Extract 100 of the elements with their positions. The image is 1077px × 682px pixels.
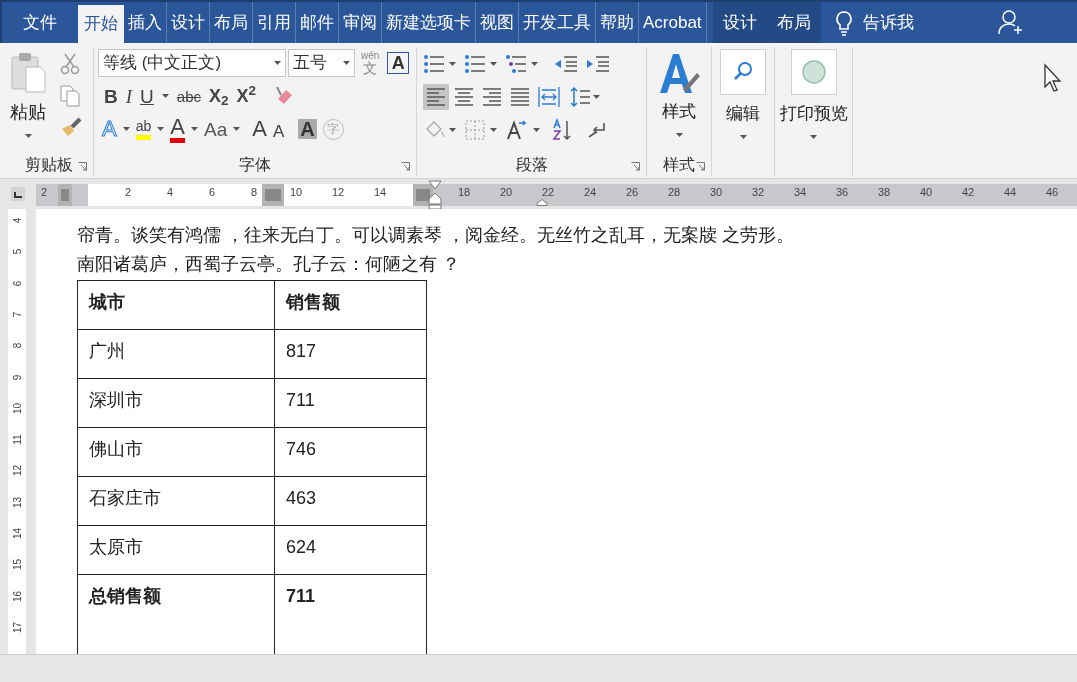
ruler-number: 40: [918, 187, 934, 198]
caret-icon[interactable]: [157, 127, 165, 131]
ruler-number: 2: [123, 187, 133, 198]
decrease-indent-icon[interactable]: [554, 54, 578, 74]
ruler-number: 11: [10, 433, 24, 447]
table-cell: 463: [274, 476, 427, 526]
caret-icon[interactable]: [593, 95, 600, 99]
table-cell: 746: [274, 427, 427, 477]
numbered-list-icon[interactable]: [464, 54, 486, 74]
table-cell: 624: [274, 525, 427, 575]
shrink-font-button[interactable]: A: [272, 122, 285, 140]
table-cell: 佛山市: [77, 427, 275, 477]
ruler-number: 8: [249, 187, 259, 198]
paste-button[interactable]: 粘贴: [4, 47, 52, 153]
tab-stop-selector[interactable]: [11, 187, 25, 201]
font-format-button[interactable]: X$^{2}$: [236, 87, 257, 105]
highlight-button[interactable]: ab: [135, 118, 152, 140]
table-cell: 广州: [77, 329, 275, 379]
caret-icon[interactable]: [233, 127, 241, 131]
editing-button[interactable]: 编辑: [712, 47, 774, 153]
change-case-button[interactable]: Aa: [203, 119, 228, 139]
table-cell: 销售额: [274, 280, 427, 330]
group-label: 字体: [239, 155, 271, 175]
column-marker-icon: [262, 184, 284, 206]
character-shading-button[interactable]: A: [298, 119, 317, 139]
ruler-number: 18: [456, 187, 472, 198]
tell-me-search[interactable]: 告诉我: [862, 9, 914, 36]
dialog-launcher-icon[interactable]: [696, 162, 705, 171]
bullet-list-icon[interactable]: [423, 54, 445, 74]
ruler-number: 15: [10, 558, 24, 573]
ribbon-tab[interactable]: 开始: [78, 5, 124, 43]
ruler-number: 44: [1002, 187, 1018, 198]
font-color-button[interactable]: A: [170, 115, 185, 143]
ruler-number: 6: [10, 279, 24, 288]
align-left-icon[interactable]: [423, 84, 449, 110]
font-format-button[interactable]: X$_{2}$: [209, 87, 229, 105]
caret-icon[interactable]: [490, 62, 497, 66]
ruler-number: 7: [10, 310, 24, 320]
print-preview-button[interactable]: 打印预览: [775, 47, 852, 153]
ruler-number: 34: [792, 187, 808, 198]
caret-icon[interactable]: [24, 134, 32, 138]
font-size-field[interactable]: 五号: [288, 49, 355, 77]
caret-icon[interactable]: [274, 61, 281, 65]
indent-marker-icon[interactable]: [428, 180, 442, 210]
mouse-pointer-icon: [1043, 63, 1063, 93]
dialog-launcher-icon[interactable]: [401, 162, 410, 171]
table-cell: 817: [274, 329, 427, 379]
ruler-number: 28: [666, 187, 682, 198]
character-border-button[interactable]: A: [387, 52, 410, 74]
font-format-button[interactable]: I: [125, 86, 133, 106]
ribbon-tab[interactable]: 设计: [712, 2, 767, 43]
ruler-number: 8: [10, 341, 24, 351]
scissors-icon[interactable]: [60, 53, 80, 75]
caret-icon[interactable]: [449, 62, 456, 66]
clipboard-icon[interactable]: [10, 51, 46, 93]
caret-icon[interactable]: [190, 127, 198, 131]
ruler-number: 2: [39, 187, 49, 198]
styles-button[interactable]: 样式: [647, 47, 711, 153]
caret-icon[interactable]: [739, 134, 747, 139]
ruler-number: 4: [165, 187, 175, 198]
caret-icon[interactable]: [810, 134, 817, 139]
caret-icon[interactable]: [161, 94, 169, 98]
ruler-number: 6: [207, 187, 217, 198]
ruler-number: 4: [10, 216, 24, 226]
lightbulb-icon[interactable]: [834, 9, 853, 36]
distributed-icon[interactable]: [537, 85, 561, 109]
caret-icon[interactable]: [122, 127, 130, 131]
ribbon-tab[interactable]: 布局: [766, 2, 821, 43]
font-format-button[interactable]: U: [140, 86, 154, 106]
font-format-button[interactable]: B: [104, 86, 118, 106]
caret-icon[interactable]: [531, 62, 538, 66]
ruler-number: 24: [582, 187, 598, 198]
ruler-number: 32: [750, 187, 766, 198]
paintbrush-icon[interactable]: [60, 117, 82, 137]
ruler-number: 36: [834, 187, 850, 198]
ruler-number: 26: [624, 187, 640, 198]
grow-font-button[interactable]: A: [252, 118, 267, 140]
multilevel-list-icon[interactable]: [505, 54, 527, 74]
ruler-number: 46: [1044, 187, 1060, 198]
caret-icon[interactable]: [449, 128, 456, 132]
group-label: 样式: [663, 155, 695, 175]
sort-icon[interactable]: [552, 118, 574, 142]
dialog-launcher-icon[interactable]: [631, 162, 640, 171]
table-cell: 711: [274, 378, 427, 428]
caret-icon[interactable]: [675, 132, 683, 137]
caret-icon[interactable]: [533, 128, 540, 132]
ruler-number: 30: [708, 187, 724, 198]
ribbon-tab[interactable]: 文件: [2, 2, 78, 43]
caret-icon[interactable]: [490, 128, 497, 132]
increase-indent-icon[interactable]: [586, 54, 610, 74]
add-person-icon[interactable]: [997, 9, 1024, 35]
font-format-button[interactable]: abc: [176, 88, 201, 104]
right-indent-marker-icon[interactable]: [536, 199, 548, 206]
font-name-field[interactable]: 等线 (中文正文): [98, 49, 286, 77]
ruler-number: 14: [10, 526, 24, 542]
caret-icon[interactable]: [343, 61, 350, 65]
ruler-number: 17: [10, 620, 24, 635]
ruler-number: 38: [876, 187, 892, 198]
dialog-launcher-icon[interactable]: [78, 162, 87, 171]
line-spacing-icon[interactable]: [569, 85, 591, 109]
